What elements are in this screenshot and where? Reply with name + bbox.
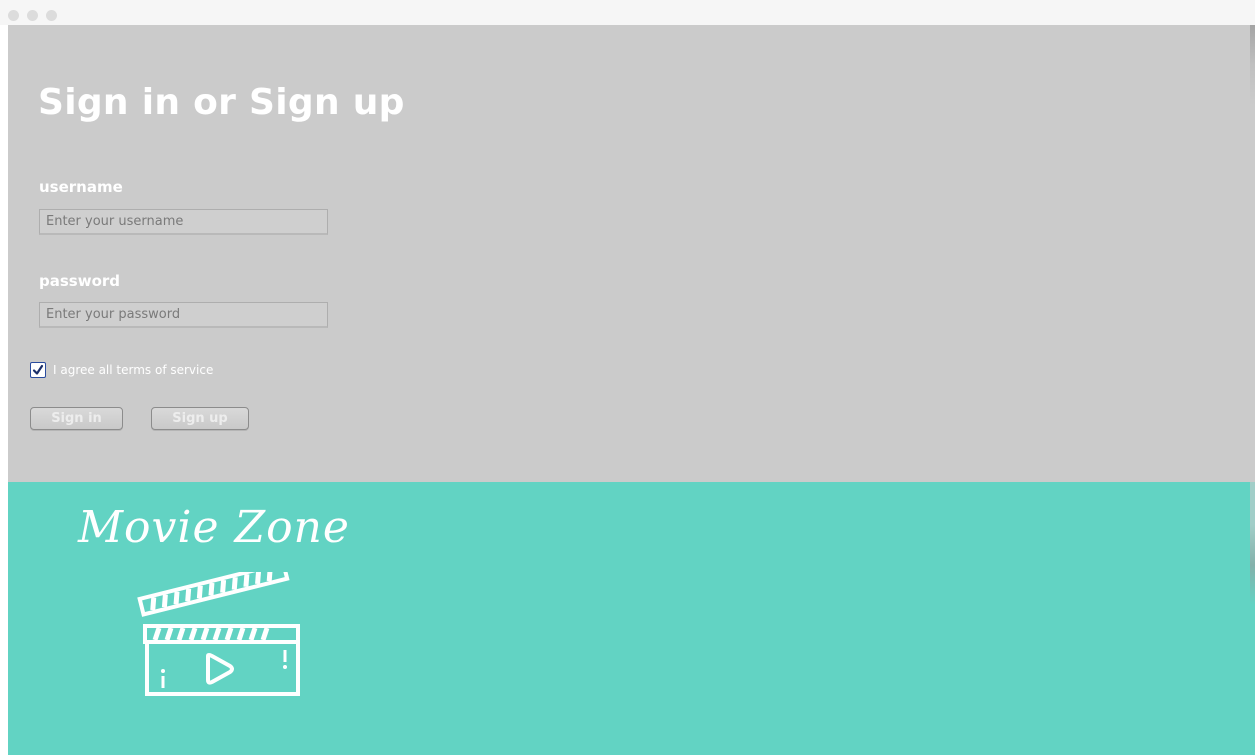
terms-label: I agree all terms of service [53, 363, 214, 377]
window-titlebar [0, 0, 1255, 25]
password-label: password [39, 272, 121, 290]
sign-up-button[interactable]: Sign up [151, 407, 249, 430]
checkmark-icon [32, 364, 44, 375]
page-title: Sign in or Sign up [38, 82, 405, 123]
clapperboard-play-icon [137, 572, 300, 696]
terms-checkbox[interactable] [30, 362, 46, 378]
window-close-button[interactable] [8, 10, 19, 21]
window-edge [1250, 25, 1255, 755]
password-input[interactable] [39, 302, 328, 328]
window-zoom-button[interactable] [46, 10, 57, 21]
brand-name: Movie Zone [78, 502, 350, 553]
username-input[interactable] [39, 209, 328, 235]
sign-in-button[interactable]: Sign in [30, 407, 123, 430]
username-label: username [39, 178, 123, 196]
window-minimize-button[interactable] [27, 10, 38, 21]
